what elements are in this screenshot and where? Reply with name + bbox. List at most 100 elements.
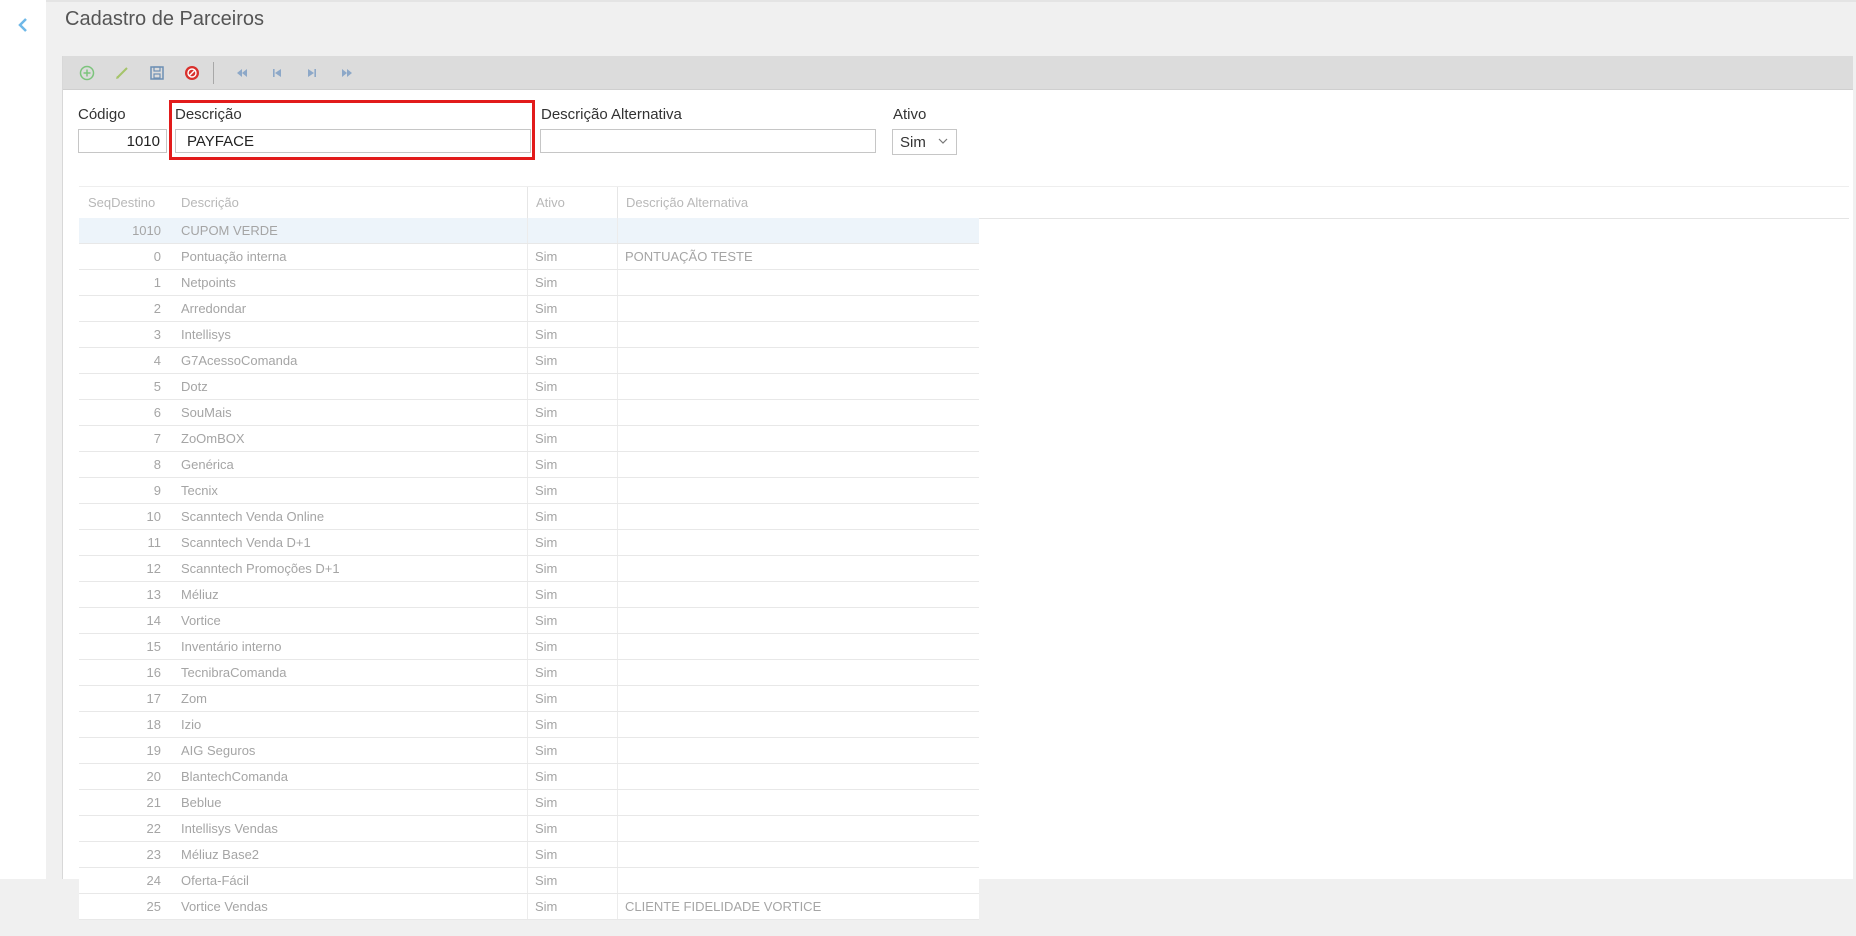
chevron-left-icon: [18, 18, 27, 32]
cell-divider: [527, 686, 528, 711]
table-row[interactable]: 24 Oferta-Fácil Sim: [79, 868, 979, 894]
table-row[interactable]: 16 TecnibraComanda Sim: [79, 660, 979, 686]
table-row[interactable]: 9 Tecnix Sim: [79, 478, 979, 504]
col-header-seqdestino[interactable]: SeqDestino: [88, 187, 155, 218]
cell-descricao: Méliuz Base2: [181, 847, 260, 862]
cell-divider: [617, 660, 618, 685]
cancel-icon: [184, 65, 199, 80]
table-row[interactable]: 23 Méliuz Base2 Sim: [79, 842, 979, 868]
table-row[interactable]: 1010 CUPOM VERDE: [79, 218, 979, 244]
table-row[interactable]: 4 G7AcessoComanda Sim: [79, 348, 979, 374]
table-row[interactable]: 11 Scanntech Venda D+1 Sim: [79, 530, 979, 556]
cell-descricao-alternativa: [625, 712, 975, 737]
cell-divider: [527, 296, 528, 321]
cell-descricao: Scanntech Promoções D+1: [181, 561, 340, 576]
cell-descricao: Scanntech Venda D+1: [181, 535, 311, 550]
save-button[interactable]: [139, 56, 174, 90]
cell-divider: [527, 790, 528, 815]
cell-divider: [527, 764, 528, 789]
cell-descricao-alternativa: [625, 608, 975, 633]
cell-descricao: Vortice Vendas: [181, 899, 268, 914]
table-row[interactable]: 0 Pontuação interna Sim PONTUAÇÃO TESTE: [79, 244, 979, 270]
cell-seqdestino: 15: [146, 639, 161, 654]
edit-button[interactable]: [104, 56, 139, 90]
cell-seqdestino: 0: [153, 249, 161, 264]
cell-seqdestino: 5: [153, 379, 161, 394]
cell-seqdestino: 14: [146, 613, 161, 628]
cell-divider: [527, 842, 528, 867]
table-row[interactable]: 13 Méliuz Sim: [79, 582, 979, 608]
cell-descricao: G7AcessoComanda: [181, 353, 298, 368]
previous-record-button[interactable]: [259, 56, 294, 90]
cell-descricao-alternativa: PONTUAÇÃO TESTE: [625, 249, 753, 264]
table-row[interactable]: 21 Beblue Sim: [79, 790, 979, 816]
save-icon: [149, 65, 164, 80]
cell-descricao: ZoOmBOX: [181, 431, 245, 446]
cell-descricao-alternativa: [625, 738, 975, 763]
cell-seqdestino: 17: [146, 691, 161, 706]
cell-descricao: Dotz: [181, 379, 208, 394]
cell-divider: [617, 530, 618, 555]
cell-seqdestino: 23: [146, 847, 161, 862]
cell-descricao: Pontuação interna: [181, 249, 287, 264]
cell-divider: [617, 738, 618, 763]
cell-divider: [617, 478, 618, 503]
cancel-button[interactable]: [174, 56, 209, 90]
table-row[interactable]: 14 Vortice Sim: [79, 608, 979, 634]
table-row[interactable]: 2 Arredondar Sim: [79, 296, 979, 322]
cell-ativo: Sim: [535, 613, 558, 628]
table-row[interactable]: 22 Intellisys Vendas Sim: [79, 816, 979, 842]
table-row[interactable]: 10 Scanntech Venda Online Sim: [79, 504, 979, 530]
table-row[interactable]: 12 Scanntech Promoções D+1 Sim: [79, 556, 979, 582]
table-row[interactable]: 8 Genérica Sim: [79, 452, 979, 478]
add-button[interactable]: [69, 56, 104, 90]
cell-descricao: Netpoints: [181, 275, 236, 290]
next-record-button[interactable]: [294, 56, 329, 90]
page-title: Cadastro de Parceiros: [65, 8, 264, 30]
cell-divider: [617, 712, 618, 737]
cell-divider: [527, 894, 528, 919]
cell-divider: [527, 478, 528, 503]
table-row[interactable]: 15 Inventário interno Sim: [79, 634, 979, 660]
codigo-input[interactable]: [78, 129, 167, 153]
table-row[interactable]: 17 Zom Sim: [79, 686, 979, 712]
col-header-ativo[interactable]: Ativo: [536, 187, 565, 218]
table-row[interactable]: 7 ZoOmBOX Sim: [79, 426, 979, 452]
descricao-alternativa-input[interactable]: [540, 129, 876, 153]
cell-divider: [527, 244, 528, 269]
cell-divider: [617, 244, 618, 269]
cell-descricao-alternativa: [625, 478, 975, 503]
cell-divider: [527, 530, 528, 555]
grid-header: SeqDestino Descrição Ativo Descrição Alt…: [79, 186, 1849, 219]
table-row[interactable]: 6 SouMais Sim: [79, 400, 979, 426]
cell-divider: [527, 504, 528, 529]
cell-seqdestino: 2: [153, 301, 161, 316]
cell-seqdestino: 12: [146, 561, 161, 576]
cell-descricao-alternativa: CLIENTE FIDELIDADE VORTICE: [625, 899, 822, 914]
table-row[interactable]: 25 Vortice Vendas Sim CLIENTE FIDELIDADE VO…: [79, 894, 979, 920]
descricao-alternativa-label: Descrição Alternativa: [541, 106, 682, 123]
first-record-button[interactable]: [224, 56, 259, 90]
table-row[interactable]: 3 Intellisys Sim: [79, 322, 979, 348]
cell-descricao-alternativa: [625, 582, 975, 607]
cell-divider: [617, 322, 618, 347]
last-record-button[interactable]: [329, 56, 364, 90]
table-row[interactable]: 18 Izio Sim: [79, 712, 979, 738]
cell-seqdestino: 19: [146, 743, 161, 758]
ativo-select[interactable]: Sim: [892, 129, 957, 155]
cell-ativo: Sim: [535, 353, 558, 368]
descricao-input[interactable]: [175, 129, 531, 153]
table-row[interactable]: 5 Dotz Sim: [79, 374, 979, 400]
cell-ativo: Sim: [535, 873, 558, 888]
top-divider: [46, 0, 1856, 2]
col-header-descricao-alternativa[interactable]: Descrição Alternativa: [626, 187, 748, 218]
col-header-descricao[interactable]: Descrição: [181, 187, 239, 218]
table-row[interactable]: 1 Netpoints Sim: [79, 270, 979, 296]
cell-descricao: Izio: [181, 717, 202, 732]
cell-seqdestino: 8: [153, 457, 161, 472]
table-row[interactable]: 20 BlantechComanda Sim: [79, 764, 979, 790]
cell-ativo: Sim: [535, 431, 558, 446]
col-divider: [617, 187, 618, 218]
back-button[interactable]: [12, 14, 34, 36]
table-row[interactable]: 19 AIG Seguros Sim: [79, 738, 979, 764]
